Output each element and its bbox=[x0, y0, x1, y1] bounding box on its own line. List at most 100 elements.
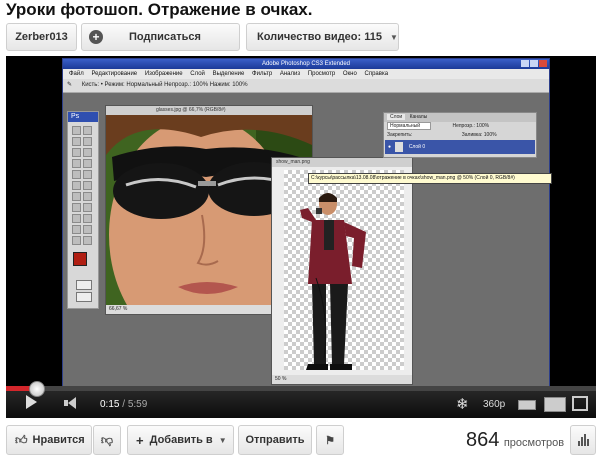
ps-logo: Ps bbox=[68, 112, 98, 122]
layers-tabs: Слои Каналы bbox=[384, 113, 536, 122]
channels-tab: Каналы bbox=[409, 114, 428, 120]
dodge-tool-icon bbox=[83, 192, 92, 201]
photoshop-menu-bar: Файл Редактирование Изображение Слой Выд… bbox=[63, 69, 549, 79]
layers-fill: Заливка: 100% bbox=[461, 132, 497, 138]
video-title: Уроки фотошоп. Отражение в очках. bbox=[6, 0, 313, 19]
thumbs-up-icon: 👍︎ bbox=[15, 432, 28, 447]
blur-tool-icon bbox=[72, 192, 81, 201]
layers-blend-mode: Нормальный bbox=[387, 122, 432, 130]
layers-tab: Слои bbox=[387, 114, 406, 120]
eyedropper-tool-icon bbox=[83, 225, 92, 234]
crop-tool-icon bbox=[72, 148, 81, 157]
menu-window: Окно bbox=[342, 71, 357, 77]
type-tool-icon bbox=[83, 203, 92, 212]
quality-button[interactable]: 360p bbox=[483, 399, 505, 410]
video-player[interactable]: Adobe Photoshop CS3 Extended Файл Редакт… bbox=[6, 56, 596, 418]
doc1-title: glasses.jpg @ 66,7% (RGB/8#) bbox=[106, 106, 312, 115]
views-label: просмотров bbox=[503, 437, 565, 449]
doc1-zoom: 66,67 % bbox=[109, 306, 128, 312]
menu-select: Выделение bbox=[212, 71, 245, 77]
menu-file: Файл bbox=[69, 71, 84, 77]
notes-tool-icon bbox=[72, 225, 81, 234]
layers-panel: Слои Каналы Нормальный Непрозр.: 100% За… bbox=[383, 112, 537, 158]
plus-icon: + bbox=[136, 432, 144, 448]
photoshop-options-bar: ✎ Кисть: • Режим: Нормальный Непрозр.: 1… bbox=[63, 79, 549, 93]
layers-opacity: Непрозр.: 100% bbox=[452, 123, 490, 129]
path-select-tool-icon bbox=[72, 214, 81, 223]
quickmask-icon bbox=[76, 280, 92, 290]
videos-count-dropdown[interactable]: Количество видео: 115 ▼ bbox=[246, 23, 399, 51]
volume-icon[interactable] bbox=[64, 397, 78, 409]
doc2-status-bar: 50 % bbox=[272, 375, 412, 384]
slice-tool-icon bbox=[83, 148, 92, 157]
doc2-zoom: 50 % bbox=[275, 376, 287, 382]
window-controls-icon bbox=[521, 60, 547, 67]
brush-tool-icon bbox=[83, 159, 92, 168]
show-man-figure bbox=[300, 193, 366, 370]
gradient-tool-icon bbox=[83, 181, 92, 190]
eraser-tool-icon bbox=[72, 181, 81, 190]
menu-edit: Редактирование bbox=[91, 71, 138, 77]
channel-name-button[interactable]: Zerber013 bbox=[6, 23, 77, 51]
layer-thumbnail bbox=[395, 141, 404, 152]
layers-lock: Закрепить: bbox=[387, 132, 413, 138]
small-player-icon[interactable] bbox=[518, 400, 536, 410]
flag-button[interactable]: ⚑ bbox=[316, 425, 344, 455]
progress-bar[interactable] bbox=[6, 386, 596, 391]
marquee-tool-icon bbox=[83, 126, 92, 135]
fullscreen-icon[interactable] bbox=[572, 396, 588, 411]
lasso-tool-icon bbox=[72, 137, 81, 146]
subscribe-label: Подписаться bbox=[129, 31, 201, 43]
channel-name: Zerber013 bbox=[15, 31, 68, 43]
dislike-button[interactable]: 👎︎ bbox=[93, 425, 121, 455]
shape-tool-icon bbox=[83, 214, 92, 223]
menu-layer: Слой bbox=[190, 71, 205, 77]
menu-image: Изображение bbox=[144, 71, 183, 77]
brush-icon: ✎ bbox=[67, 82, 73, 88]
layer-name: Слой 0 bbox=[408, 144, 426, 150]
photoshop-title-bar: Adobe Photoshop CS3 Extended bbox=[63, 59, 549, 69]
add-to-label: Добавить в bbox=[149, 434, 213, 446]
videos-count-label: Количество видео: 115 bbox=[257, 31, 382, 43]
play-icon[interactable] bbox=[26, 395, 37, 409]
settings-snowflake-icon[interactable]: ❄ bbox=[456, 395, 469, 413]
layers-lock-row: Закрепить: Заливка: 100% bbox=[384, 131, 536, 140]
flag-icon: ⚑ bbox=[325, 434, 335, 447]
document-window-showman: show_man.png 50 % bbox=[271, 157, 413, 385]
share-label: Отправить bbox=[245, 434, 305, 446]
chevron-down-icon: ▼ bbox=[389, 32, 398, 42]
stats-button[interactable] bbox=[570, 425, 596, 455]
chevron-down-icon: ▼ bbox=[218, 435, 227, 445]
thumbs-down-icon: 👎︎ bbox=[100, 432, 114, 447]
photoshop-window: Adobe Photoshop CS3 Extended Файл Редакт… bbox=[62, 58, 552, 388]
like-label: Нравится bbox=[32, 434, 85, 446]
move-tool-icon bbox=[72, 126, 81, 135]
views-number: 864 bbox=[466, 429, 500, 451]
view-count: 864 просмотров bbox=[466, 429, 564, 452]
options-text: Кисть: • Режим: Нормальный Непрозр.: 100… bbox=[81, 82, 248, 88]
hand-tool-icon bbox=[72, 236, 81, 245]
menu-filter: Фильтр bbox=[252, 71, 273, 77]
progress-played bbox=[6, 386, 31, 391]
photoshop-toolbox: Ps bbox=[67, 111, 99, 309]
subscribe-button[interactable]: + Подписаться bbox=[81, 23, 240, 51]
like-button[interactable]: 👍︎ Нравится bbox=[6, 425, 92, 455]
menu-help: Справка bbox=[364, 71, 389, 77]
eye-icon: ● bbox=[388, 144, 392, 150]
foreground-color-swatch bbox=[73, 252, 87, 266]
wand-tool-icon bbox=[83, 137, 92, 146]
screen-mode-icon bbox=[76, 292, 92, 302]
zoom-tool-icon bbox=[83, 236, 92, 245]
path-tooltip: C:\курсы\рассылка\13.08.08\отражение в о… bbox=[308, 173, 552, 184]
photoshop-window-title: Adobe Photoshop CS3 Extended bbox=[261, 61, 351, 67]
layer-row: ● Слой 0 bbox=[385, 140, 535, 154]
large-player-icon[interactable] bbox=[544, 397, 566, 412]
time-display: 0:15 / 5:59 bbox=[100, 399, 148, 410]
current-time: 0:15 bbox=[100, 399, 120, 410]
layers-mode-row: Нормальный Непрозр.: 100% bbox=[384, 122, 536, 131]
stamp-tool-icon bbox=[72, 170, 81, 179]
plus-circle-icon: + bbox=[89, 30, 103, 44]
share-button[interactable]: Отправить bbox=[238, 425, 312, 455]
history-brush-tool-icon bbox=[83, 170, 92, 179]
add-to-button[interactable]: + Добавить в ▼ bbox=[127, 425, 234, 455]
